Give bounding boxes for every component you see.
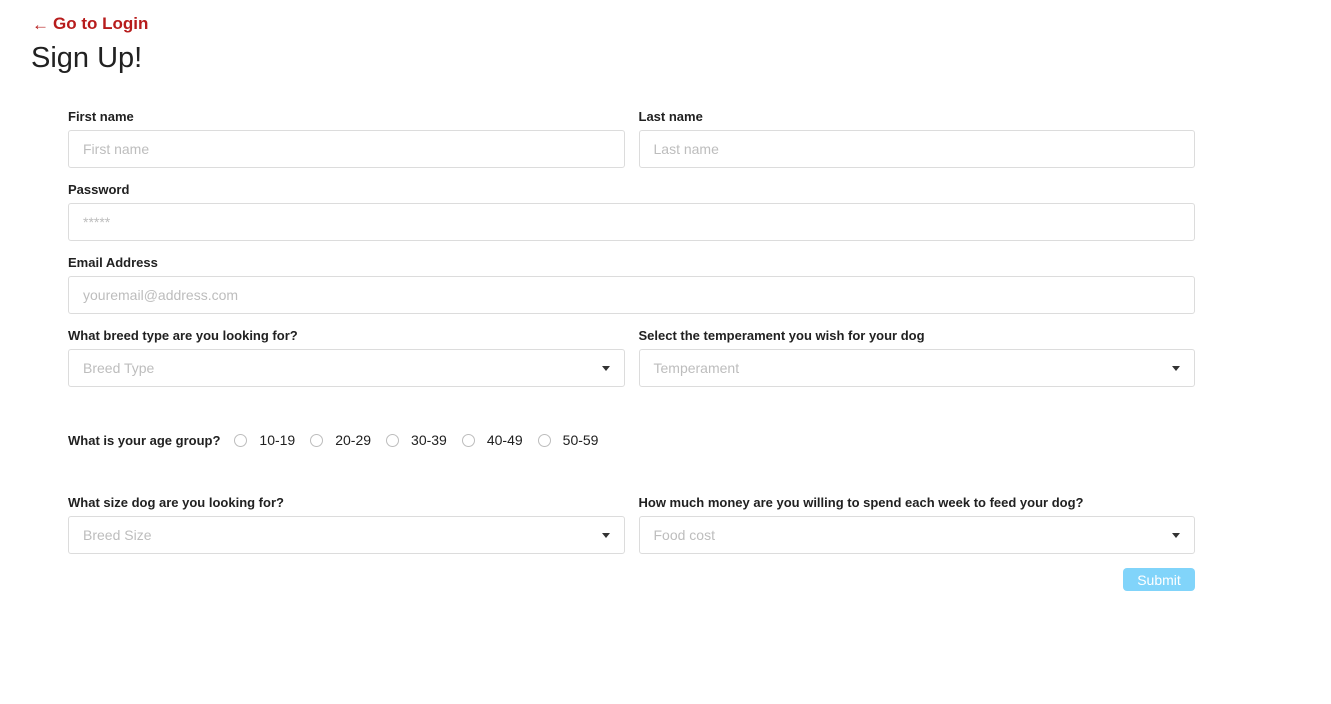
password-input[interactable] [68,203,1195,241]
signup-page: ← Go to Login Sign Up! First name Last n… [0,0,1331,704]
password-label: Password [68,182,130,197]
signup-form: First name Last name Password Email Addr… [68,108,1195,591]
temperament-group: Select the temperament you wish for your… [638,327,1195,387]
preferences-row: What breed type are you looking for? Bre… [68,327,1195,400]
age-option-label: 10-19 [259,432,296,448]
breed-size-placeholder: Breed Size [83,527,152,543]
email-group: Email Address [68,254,1195,314]
go-to-login-label: Go to Login [53,14,149,33]
age-option-20-29[interactable]: 20-29 [310,432,371,448]
age-option-label: 50-59 [562,432,599,448]
age-option-30-39[interactable]: 30-39 [386,432,447,448]
breed-type-label: What breed type are you looking for? [68,328,298,343]
food-cost-placeholder: Food cost [653,527,715,543]
arrow-left-icon: ← [32,14,49,34]
age-option-label: 40-49 [486,432,523,448]
first-name-group: First name [68,108,625,168]
first-name-label: First name [68,109,134,124]
last-name-group: Last name [638,108,1195,168]
age-option-label: 30-39 [411,432,447,448]
go-to-login-link[interactable]: ← Go to Login [32,14,148,34]
age-group-row: What is your age group? 10-19 20-29 30-3… [68,430,1195,450]
submit-row: Submit [68,568,1195,591]
radio-unchecked-icon[interactable] [234,433,248,447]
breed-type-group: What breed type are you looking for? Bre… [68,327,625,387]
age-option-10-19[interactable]: 10-19 [234,432,295,448]
password-group: Password [68,181,1195,241]
first-name-input[interactable] [68,130,625,168]
age-group-label: What is your age group? [68,432,221,448]
age-option-40-49[interactable]: 40-49 [461,432,523,448]
breed-size-group: What size dog are you looking for? Breed… [68,494,625,554]
email-input[interactable] [68,276,1195,314]
caret-down-icon [601,366,610,371]
name-row: First name Last name [68,108,1195,181]
age-option-label: 20-29 [335,432,372,448]
email-label: Email Address [68,255,158,270]
food-cost-select[interactable]: Food cost [638,516,1195,554]
radio-unchecked-icon[interactable] [537,433,551,447]
caret-down-icon [1172,533,1180,538]
page-title: Sign Up! [31,42,143,74]
temperament-placeholder: Temperament [653,360,740,376]
radio-unchecked-icon[interactable] [386,433,400,447]
size-cost-row: What size dog are you looking for? Breed… [68,494,1195,567]
food-cost-label: How much money are you willing to spend … [638,495,1084,510]
breed-type-placeholder: Breed Type [83,360,155,376]
temperament-label: Select the temperament you wish for your… [638,328,925,343]
breed-size-label: What size dog are you looking for? [68,495,284,510]
temperament-select[interactable]: Temperament [638,349,1195,387]
last-name-label: Last name [638,109,703,124]
radio-unchecked-icon[interactable] [461,433,475,447]
breed-size-select[interactable]: Breed Size [68,516,625,554]
radio-unchecked-icon[interactable] [310,433,324,447]
breed-type-select[interactable]: Breed Type [68,349,625,387]
food-cost-group: How much money are you willing to spend … [638,494,1195,554]
age-option-50-59[interactable]: 50-59 [537,432,599,448]
caret-down-icon [1172,366,1180,371]
submit-button[interactable]: Submit [1123,568,1195,591]
last-name-input[interactable] [638,130,1195,168]
caret-down-icon [601,533,610,538]
